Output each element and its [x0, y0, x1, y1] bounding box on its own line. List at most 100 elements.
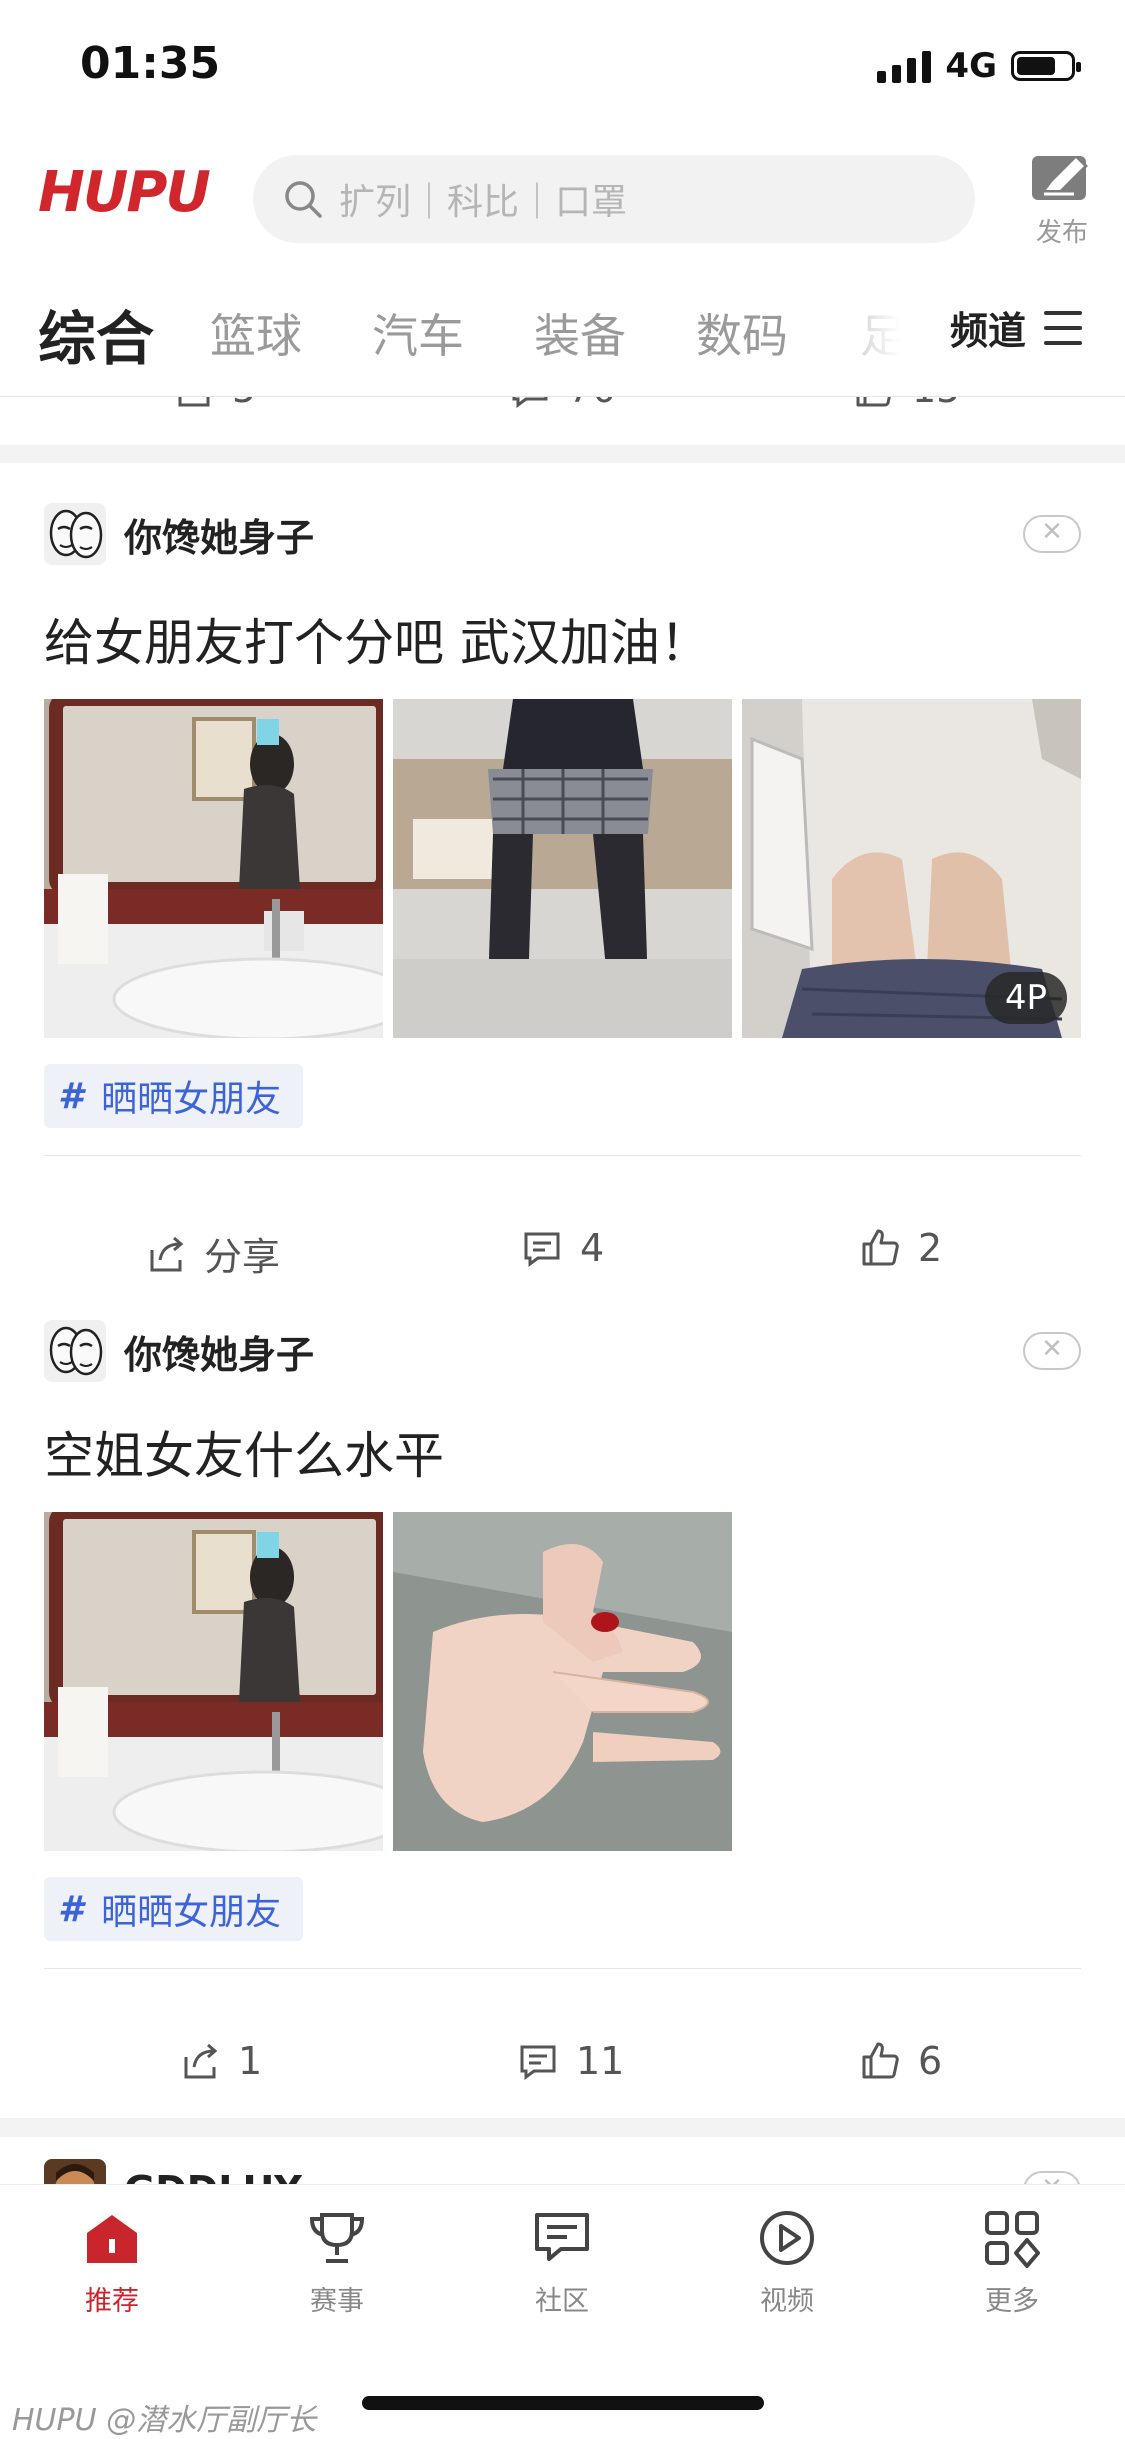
- like-button[interactable]: 2: [858, 1226, 942, 1270]
- tab-general[interactable]: 综合: [38, 292, 154, 376]
- home-indicator[interactable]: [362, 2396, 764, 2410]
- search-input[interactable]: 扩列｜科比｜口罩: [253, 155, 975, 243]
- publish-button[interactable]: 发布: [1026, 152, 1098, 249]
- play-icon: [760, 2211, 814, 2265]
- share-icon: [184, 2043, 218, 2079]
- thumbs-up-icon: [862, 2042, 899, 2079]
- channel-menu-button[interactable]: 频道: [950, 300, 1083, 355]
- hupu-logo[interactable]: HUPU: [38, 160, 211, 225]
- share-icon: [178, 397, 210, 407]
- network-label: 4G: [945, 46, 997, 86]
- menu-icon: [1044, 310, 1083, 345]
- dismiss-button[interactable]: ✕: [1023, 515, 1081, 553]
- dismiss-button[interactable]: ✕: [1023, 1332, 1081, 1370]
- like-button[interactable]: 6: [858, 2039, 942, 2083]
- thumbs-up-icon: [856, 397, 891, 407]
- like-count: 15: [912, 397, 960, 411]
- post-title[interactable]: 给女朋友打个分吧 武汉加油！: [44, 603, 710, 675]
- edit-icon: [1032, 156, 1088, 200]
- hashtag-icon: #: [58, 1888, 84, 1930]
- author-name[interactable]: GDDLHY: [124, 2168, 302, 2184]
- tab-digital[interactable]: 数码: [696, 300, 788, 366]
- topic-tag[interactable]: # 晒晒女朋友: [44, 1877, 304, 1941]
- thumbs-up-icon: [862, 1229, 899, 1266]
- nav-item-more[interactable]: 更多: [952, 2207, 1072, 2318]
- post-card[interactable]: 你馋她身子 ✕ 给女朋友打个分吧 武汉加油！ 4P # 晒晒女朋友: [0, 463, 1125, 1202]
- nav-item-video[interactable]: 视频: [727, 2207, 847, 2318]
- nav-label: 推荐: [85, 2286, 139, 2317]
- post-image[interactable]: [393, 1512, 732, 1851]
- comment-icon: [524, 1232, 560, 1267]
- image-count-badge: 4P: [984, 972, 1067, 1024]
- post-image[interactable]: [393, 699, 732, 1038]
- divider: [44, 1968, 1081, 1969]
- post-author[interactable]: 你馋她身子: [44, 1320, 314, 1382]
- comment-button[interactable]: 11: [516, 2039, 624, 2083]
- post-author[interactable]: 你馋她身子: [44, 503, 314, 565]
- post-image[interactable]: 4P: [742, 699, 1081, 1038]
- feed: 5 70 15 你馋她身子 ✕ 给女朋友打个分吧 武汉加油！: [0, 397, 1125, 2184]
- comment-icon: [512, 397, 548, 408]
- share-label: 分享: [204, 1235, 281, 1279]
- share-icon: [150, 1236, 184, 1271]
- comment-button[interactable]: 70: [508, 397, 616, 411]
- share-button[interactable]: 1: [178, 2039, 262, 2083]
- post-card[interactable]: 你馋她身子 ✕ 空姐女友什么水平 # 晒晒女朋友: [0, 1276, 1125, 2015]
- author-name[interactable]: 你馋她身子: [124, 507, 314, 562]
- divider: [44, 1155, 1081, 1156]
- home-icon: [87, 2215, 137, 2263]
- partial-post-actions: 5 70 15: [0, 397, 1125, 445]
- post-images: [44, 1512, 732, 1851]
- search-placeholder: 扩列｜科比｜口罩: [339, 182, 628, 223]
- post-author[interactable]: GDDLHY: [44, 2159, 302, 2184]
- post-image[interactable]: [44, 1512, 383, 1851]
- battery-icon: [1011, 51, 1081, 81]
- share-count: 1: [238, 2039, 263, 2083]
- avatar[interactable]: [44, 1320, 106, 1382]
- watermark: HUPU @潜水厅副厅长: [12, 2403, 317, 2438]
- status-indicators: 4G: [877, 46, 1081, 86]
- like-button[interactable]: 15: [852, 397, 960, 411]
- trophy-icon: [309, 2213, 365, 2263]
- comment-button[interactable]: 4: [520, 1226, 604, 1270]
- signal-icon: [877, 49, 932, 83]
- publish-label: 发布: [1035, 218, 1088, 248]
- channel-label: 频道: [950, 309, 1027, 353]
- tab-gear[interactable]: 装备: [534, 300, 626, 366]
- tab-cars[interactable]: 汽车: [372, 300, 464, 366]
- comment-icon: [520, 2045, 556, 2080]
- post-actions: 1 11 6: [0, 2015, 1125, 2118]
- comment-count: 11: [576, 2039, 625, 2083]
- comment-count: 4: [580, 1226, 605, 1270]
- post-images: 4P: [44, 699, 1081, 1038]
- nav-item-recommend[interactable]: 推荐: [52, 2207, 172, 2318]
- topic-tag-label: 晒晒女朋友: [101, 1079, 282, 1120]
- share-count: 5: [232, 397, 256, 411]
- author-name[interactable]: 你馋她身子: [124, 1324, 314, 1379]
- nav-label: 更多: [985, 2286, 1039, 2317]
- grid-icon: [985, 2211, 1040, 2268]
- avatar[interactable]: [44, 2159, 106, 2184]
- share-button[interactable]: 5: [172, 397, 256, 411]
- nav-label: 视频: [760, 2286, 814, 2317]
- dismiss-button[interactable]: ✕: [1023, 2171, 1081, 2184]
- nav-label: 赛事: [310, 2286, 364, 2317]
- chat-icon: [535, 2213, 589, 2261]
- share-button[interactable]: 分享: [144, 1226, 280, 1281]
- post-image[interactable]: [44, 699, 383, 1038]
- avatar[interactable]: [44, 503, 106, 565]
- post-card[interactable]: GDDLHY ✕: [0, 2137, 1125, 2184]
- like-count: 6: [918, 2039, 943, 2083]
- tab-basketball[interactable]: 篮球: [210, 300, 302, 366]
- nav-item-matches[interactable]: 赛事: [277, 2207, 397, 2318]
- search-icon: [285, 181, 322, 218]
- comment-count: 70: [568, 397, 616, 411]
- channel-tabs: 综合 篮球 汽车 装备 数码 足球 频道: [0, 280, 1125, 397]
- topic-tag[interactable]: # 晒晒女朋友: [44, 1064, 304, 1128]
- topic-tag-label: 晒晒女朋友: [101, 1892, 282, 1933]
- status-bar: 01:35 4G: [0, 0, 1125, 135]
- nav-item-community[interactable]: 社区: [502, 2207, 622, 2318]
- post-title[interactable]: 空姐女友什么水平: [44, 1416, 444, 1488]
- nav-label: 社区: [535, 2286, 589, 2317]
- status-time: 01:35: [80, 38, 221, 89]
